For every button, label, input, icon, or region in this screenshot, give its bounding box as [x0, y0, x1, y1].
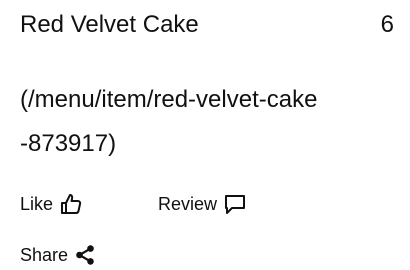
- review-button[interactable]: Review: [158, 192, 247, 216]
- item-link[interactable]: (/menu/item/red-velvet-cake-873917): [20, 78, 320, 166]
- comment-icon: [223, 192, 247, 216]
- like-label: Like: [20, 194, 54, 214]
- share-button[interactable]: Share: [20, 243, 96, 267]
- item-title: Red Velvet Cake: [20, 11, 199, 38]
- like-button[interactable]: Like: [20, 192, 83, 216]
- share-icon: [74, 244, 96, 266]
- review-label: Review: [158, 194, 218, 214]
- thumbs-up-icon: [59, 192, 83, 216]
- item-price: 6: [380, 11, 394, 38]
- share-label: Share: [20, 245, 69, 265]
